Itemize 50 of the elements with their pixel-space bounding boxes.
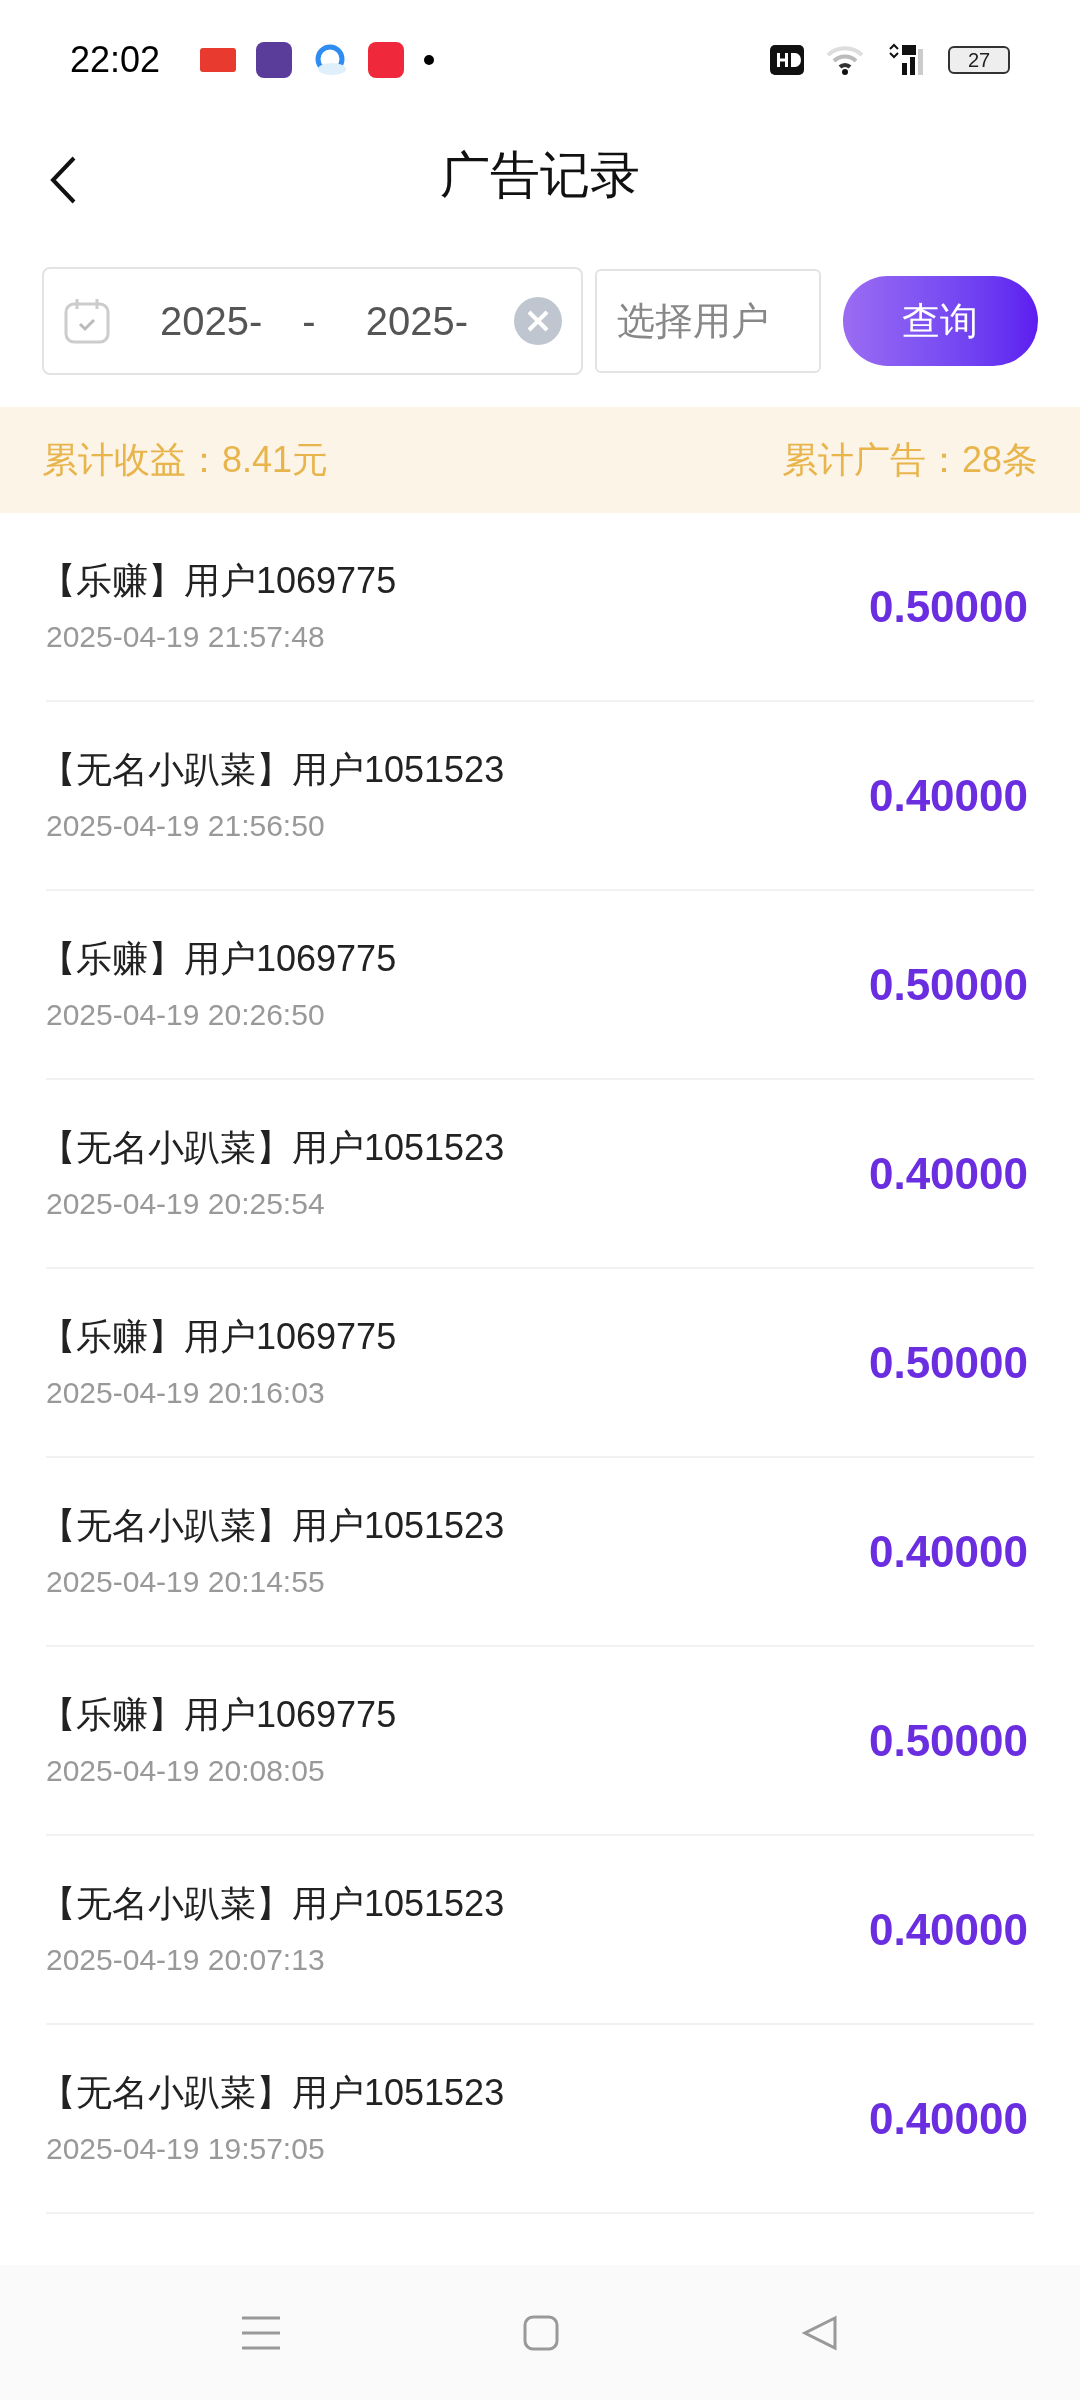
- record-amount: 0.50000: [868, 580, 1028, 633]
- total-ads: 累计广告：28条: [781, 438, 1038, 482]
- end-date: 2025-: [365, 298, 468, 345]
- record-time: 2025-04-19 20:07:13: [46, 1942, 326, 1978]
- record-time: 2025-04-19 19:57:05: [46, 2131, 326, 2167]
- record-title: 【无名小趴菜】用户1051523: [40, 1126, 505, 1170]
- date-range-field[interactable]: 2025- - 2025-: [42, 267, 583, 375]
- back-icon[interactable]: [48, 155, 78, 205]
- record-time: 2025-04-19 20:16:03: [46, 1375, 326, 1411]
- home-icon[interactable]: [523, 2314, 559, 2351]
- page-title: 广告记录: [440, 145, 640, 205]
- record-time: 2025-04-19 21:57:48: [46, 619, 326, 655]
- record-title: 【无名小趴菜】用户1051523: [40, 1504, 505, 1548]
- app-notification-icon: [200, 48, 237, 72]
- battery-indicator: 27: [948, 46, 1010, 74]
- record-time: 2025-04-19 20:25:54: [46, 1186, 326, 1222]
- record-title: 【无名小趴菜】用户1051523: [40, 2071, 505, 2115]
- record-title: 【乐赚】用户1069775: [40, 559, 397, 603]
- record-amount: 0.40000: [868, 769, 1028, 822]
- record-amount: 0.40000: [868, 1903, 1028, 1956]
- record-time: 2025-04-19 20:14:55: [46, 1564, 326, 1600]
- app-notification-icon: [368, 42, 405, 78]
- start-date: 2025-: [160, 298, 263, 345]
- record-title: 【乐赚】用户1069775: [40, 937, 397, 981]
- back-triangle-icon[interactable]: [802, 2314, 839, 2351]
- record-title: 【乐赚】用户1069775: [40, 1693, 397, 1737]
- cellular-signal-icon: [886, 43, 926, 77]
- user-select-field[interactable]: 选择用户: [594, 269, 821, 373]
- record-amount: 0.40000: [868, 2092, 1028, 2145]
- record-title: 【乐赚】用户1069775: [40, 1315, 397, 1359]
- status-time: 22:02: [70, 38, 161, 82]
- record-amount: 0.50000: [868, 1714, 1028, 1767]
- record-amount: 0.50000: [868, 958, 1028, 1011]
- query-button[interactable]: 查询: [842, 276, 1038, 366]
- hd-icon: [770, 45, 804, 75]
- record-time: 2025-04-19 20:08:05: [46, 1753, 326, 1789]
- record-amount: 0.40000: [868, 1147, 1028, 1200]
- app-notification-icon: [256, 42, 293, 78]
- record-amount: 0.50000: [868, 1336, 1028, 1389]
- record-title: 【无名小趴菜】用户1051523: [40, 748, 505, 792]
- record-title: 【无名小趴菜】用户1051523: [40, 1882, 505, 1926]
- calendar-icon: [62, 296, 112, 346]
- total-income: 累计收益：8.41元: [42, 438, 329, 482]
- record-time: 2025-04-19 21:56:50: [46, 808, 326, 844]
- wifi-icon: [826, 45, 864, 75]
- clear-icon[interactable]: [512, 296, 563, 346]
- record-time: 2025-04-19 20:26:50: [46, 997, 326, 1033]
- date-separator: -: [302, 298, 316, 345]
- record-amount: 0.40000: [868, 1525, 1028, 1578]
- menu-icon[interactable]: [241, 2314, 280, 2351]
